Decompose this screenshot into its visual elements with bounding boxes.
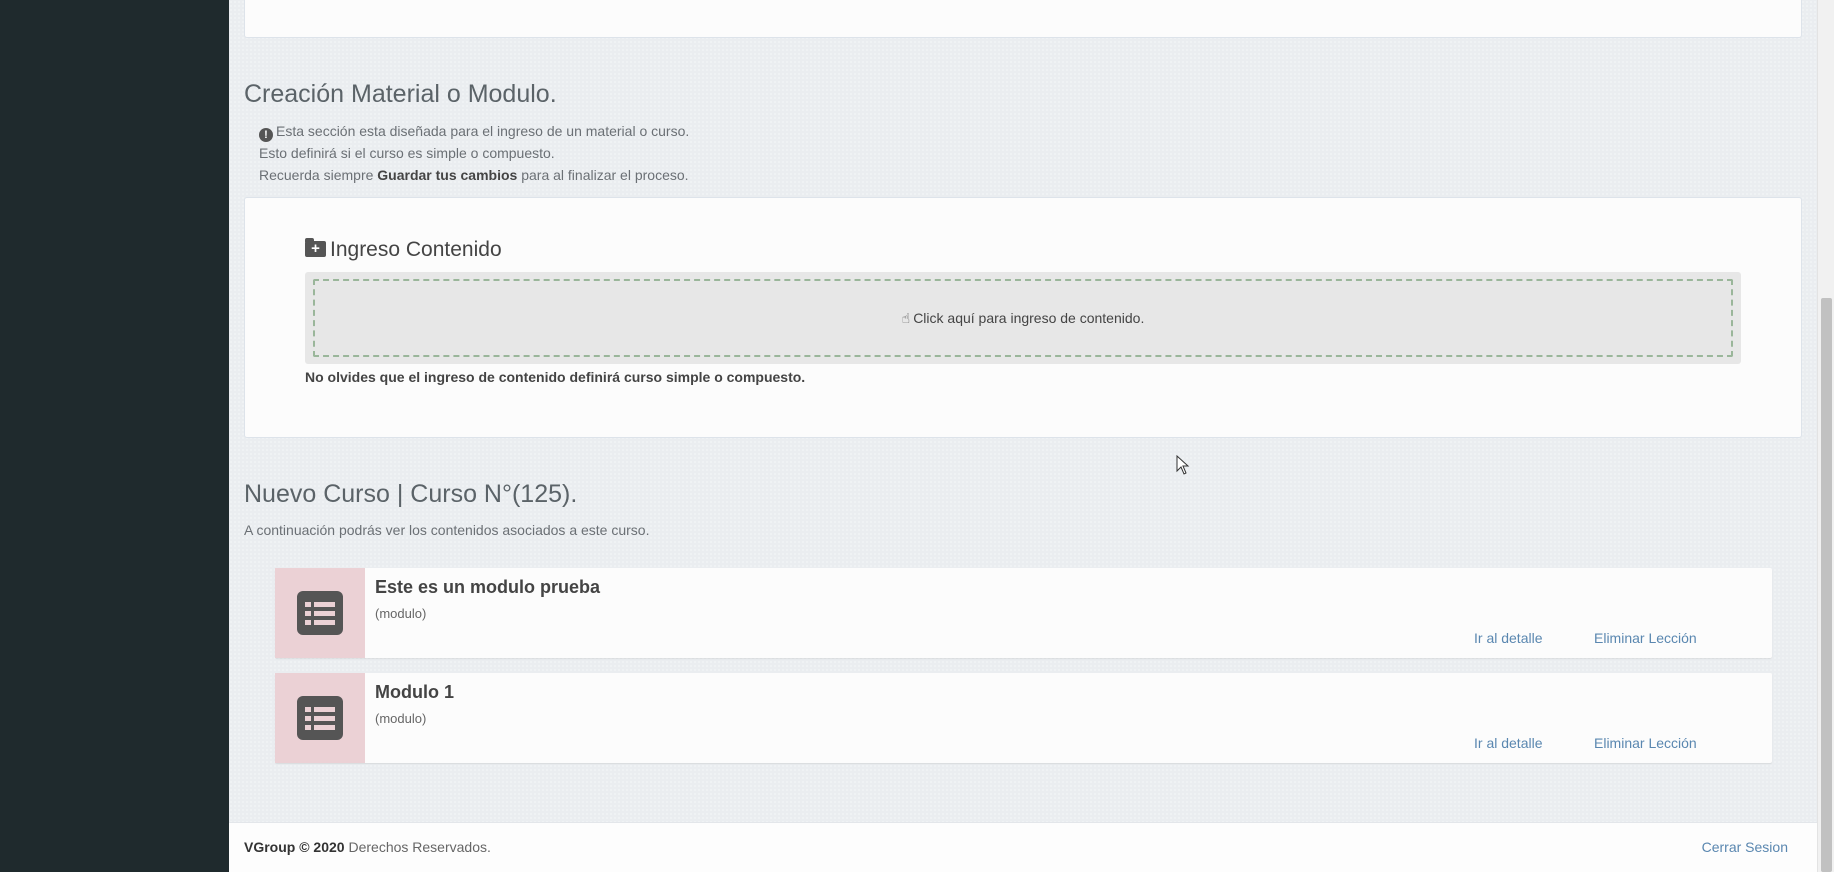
top-card [244, 0, 1802, 38]
info-line-2: Esto definirá si el curso es simple o co… [259, 145, 555, 161]
lesson-title: Modulo 1 [375, 682, 454, 702]
lesson-item: Este es un modulo prueba (modulo) Ir al … [275, 568, 1772, 658]
content-ingress-card: Ingreso Contenido ☝ Click aquí para ingr… [244, 197, 1802, 438]
lesson-detail-link[interactable]: Ir al detalle [1474, 735, 1542, 751]
lesson-delete-link[interactable]: Eliminar Lección [1594, 630, 1697, 646]
hand-pointer-icon: ☝ [901, 309, 911, 326]
vertical-scrollbar[interactable] [1817, 0, 1834, 872]
lesson-delete-link[interactable]: Eliminar Lección [1594, 735, 1697, 751]
lesson-thumbnail [275, 568, 365, 658]
footer: VGroup © 2020 Derechos Reservados. Cerra… [229, 822, 1817, 872]
content-note: No olvides que el ingreso de contenido d… [305, 369, 806, 385]
mouse-cursor-icon [1176, 455, 1190, 475]
lesson-thumbnail [275, 673, 365, 763]
logout-link[interactable]: Cerrar Sesion [1702, 839, 1788, 855]
content-ingress-heading: Ingreso Contenido [305, 238, 502, 262]
list-icon [297, 591, 343, 635]
sidebar [0, 0, 229, 872]
main-content: Creación Material o Modulo. ! Esta secció… [229, 0, 1817, 872]
lesson-type: (modulo) [375, 606, 427, 621]
lesson-detail-link[interactable]: Ir al detalle [1474, 630, 1542, 646]
course-description: A continuación podrás ver los contenidos… [244, 522, 650, 538]
list-icon [297, 696, 343, 740]
lesson-item: Modulo 1 (modulo) Ir al detalle Eliminar… [275, 673, 1772, 763]
dropzone-container: ☝ Click aquí para ingreso de contenido. [305, 272, 1741, 364]
exclamation-circle-icon: ! [259, 128, 273, 142]
scrollbar-thumb[interactable] [1821, 298, 1832, 872]
lesson-title: Este es un modulo prueba [375, 577, 601, 597]
creation-info: ! Esta sección esta diseñada para el ingr… [259, 120, 689, 186]
lesson-type: (modulo) [375, 711, 427, 726]
course-section-title: Nuevo Curso | Curso N°(125). [244, 480, 578, 508]
info-line-3: Recuerda siempre Guardar tus cambios par… [259, 167, 689, 183]
folder-plus-icon [305, 238, 326, 257]
content-dropzone[interactable]: ☝ Click aquí para ingreso de contenido. [313, 279, 1733, 357]
info-line-1: ! Esta sección esta diseñada para el ingr… [259, 120, 689, 142]
creation-section-title: Creación Material o Modulo. [244, 80, 557, 108]
footer-copyright: VGroup © 2020 Derechos Reservados. [244, 839, 491, 855]
